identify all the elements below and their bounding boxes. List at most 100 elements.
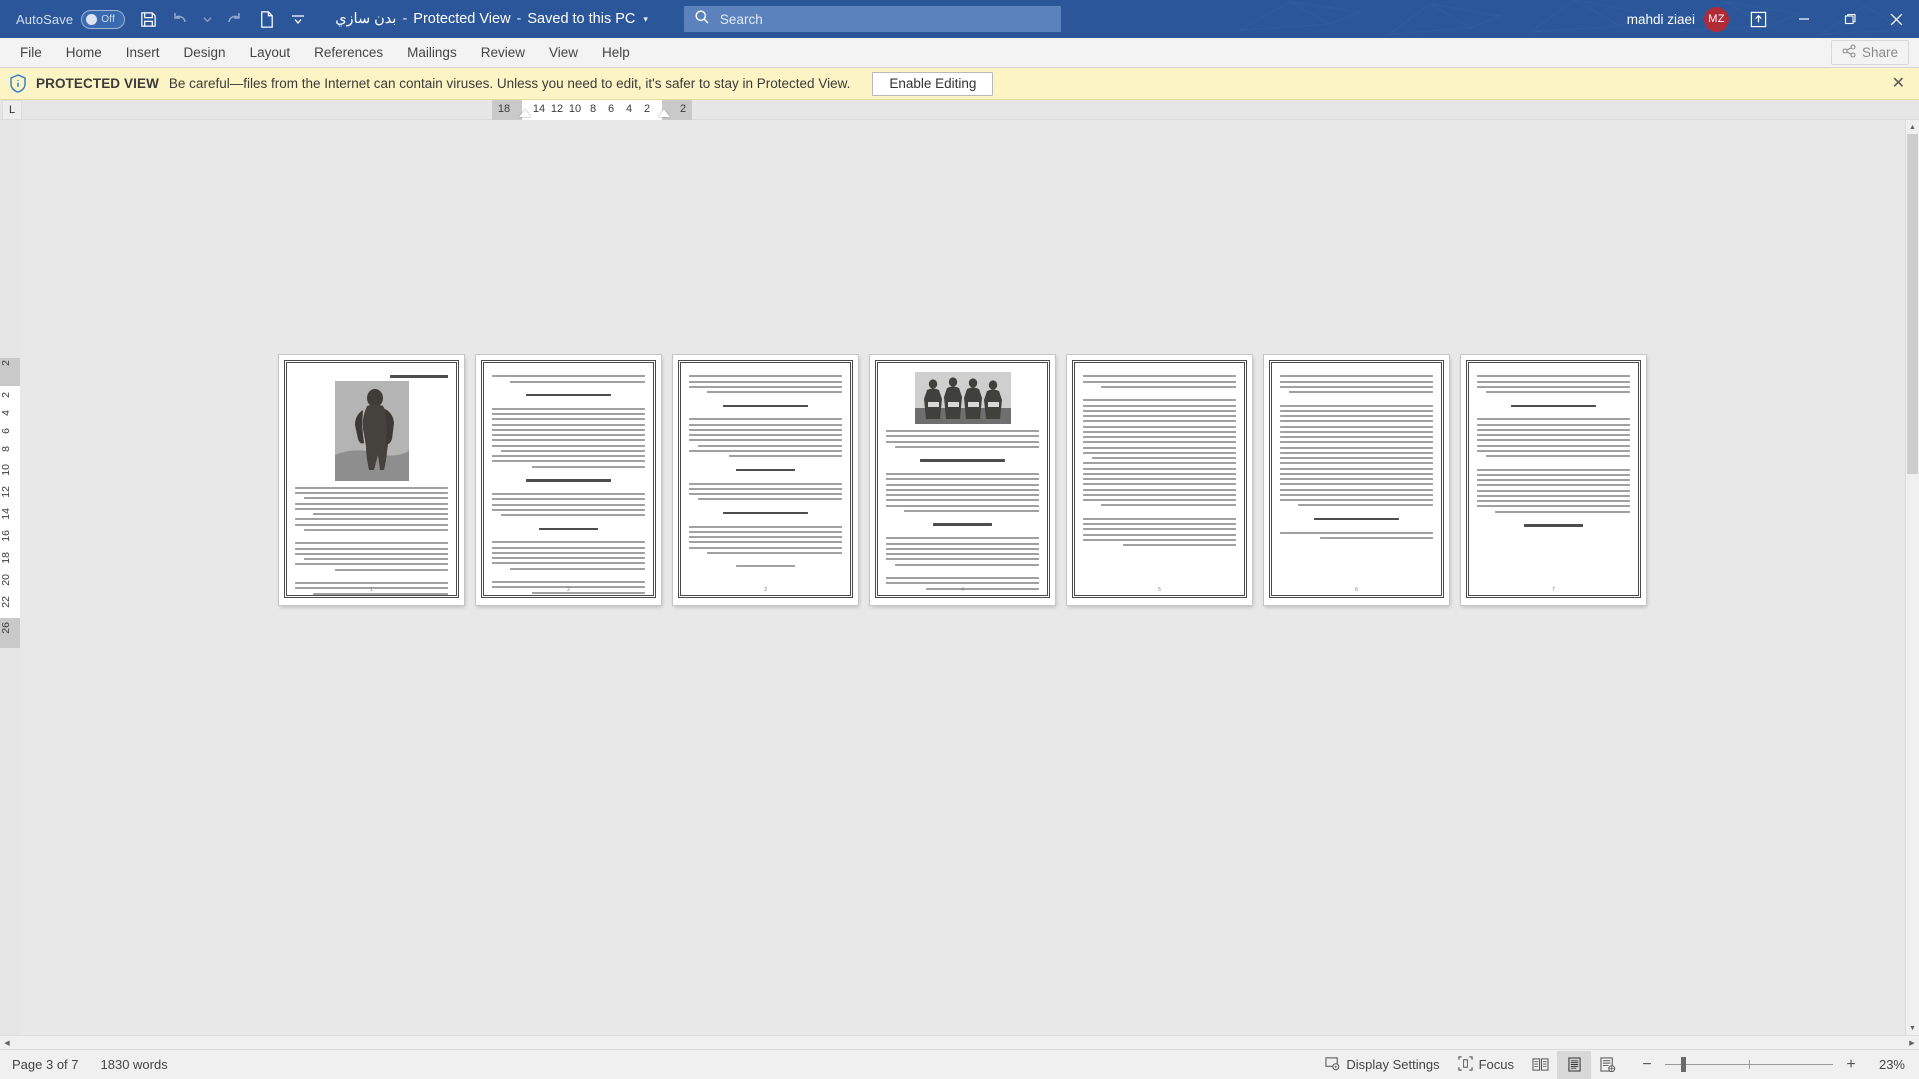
close-button[interactable] [1873, 0, 1919, 38]
scroll-down-icon[interactable]: ▼ [1906, 1021, 1919, 1035]
display-settings-icon [1325, 1056, 1340, 1074]
vertical-scrollbar-thumb[interactable] [1907, 134, 1918, 474]
title-bar-right-controls: mahdi ziaei MZ [1627, 0, 1919, 38]
enable-editing-button[interactable]: Enable Editing [872, 71, 994, 96]
zoom-in-button[interactable]: + [1839, 1056, 1863, 1074]
vruler-number-8: 8 [0, 446, 12, 452]
tab-view[interactable]: View [537, 38, 590, 67]
title-bar: AutoSave Off بدن سازي - Protected View -… [0, 0, 1919, 38]
print-layout-icon[interactable] [1557, 1050, 1591, 1079]
redo-icon[interactable] [219, 4, 249, 34]
page-2-content: 2 [480, 359, 657, 599]
focus-mode-icon [1457, 1055, 1473, 1074]
page-1-content: 1 [283, 359, 460, 599]
zoom-level-label[interactable]: 23% [1863, 1057, 1909, 1072]
bodybuilder-photo [334, 380, 409, 481]
page-2-footer-number: 2 [567, 587, 570, 593]
display-settings-button[interactable]: Display Settings [1316, 1051, 1448, 1079]
undo-icon[interactable] [165, 4, 195, 34]
ribbon-tabs: File Home Insert Design Layout Reference… [0, 38, 642, 67]
tab-help[interactable]: Help [590, 38, 642, 67]
vertical-scrollbar[interactable]: ▲ ▼ [1905, 120, 1919, 1035]
vruler-number-6: 6 [0, 428, 12, 434]
share-button[interactable]: Share [1830, 40, 1909, 65]
word-count[interactable]: 1830 words [101, 1057, 168, 1072]
minimize-button[interactable] [1781, 0, 1827, 38]
search-box[interactable] [683, 6, 1061, 32]
page-thumbnail-3[interactable]: 3 [673, 355, 858, 605]
title-separator-1: - [402, 11, 408, 27]
ruler-number-10: 10 [568, 103, 582, 115]
status-bar-left: Page 3 of 7 1830 words [0, 1057, 168, 1072]
horizontal-scrollbar[interactable]: ◀ ▶ [0, 1035, 1919, 1049]
page-4-content: 4 [874, 359, 1051, 599]
search-input[interactable] [719, 11, 1061, 27]
vertical-ruler[interactable]: 2 2 4 6 8 10 12 14 16 18 20 22 26 [0, 120, 20, 1035]
tab-stop-selector[interactable]: L [2, 100, 22, 120]
ruler-number-6: 6 [607, 103, 615, 115]
avatar[interactable]: MZ [1704, 6, 1729, 32]
share-button-label: Share [1861, 45, 1898, 60]
page-7-content: 7 [1465, 359, 1642, 599]
page-thumbnail-2[interactable]: 2 [476, 355, 661, 605]
vruler-number-12: 12 [0, 486, 12, 498]
new-document-icon[interactable] [251, 4, 281, 34]
tab-mailings[interactable]: Mailings [395, 38, 469, 67]
customize-quick-access-toolbar-icon[interactable] [283, 4, 313, 34]
autosave-toggle[interactable]: Off [81, 9, 126, 29]
save-icon[interactable] [133, 4, 163, 34]
scroll-left-icon[interactable]: ◀ [0, 1039, 14, 1047]
page-thumbnail-5[interactable]: 5 [1067, 355, 1252, 605]
tab-references[interactable]: References [302, 38, 395, 67]
page-thumbnail-7[interactable]: 7 [1461, 355, 1646, 605]
account-control[interactable]: mahdi ziaei MZ [1627, 6, 1735, 32]
autosave-control[interactable]: AutoSave Off [8, 6, 131, 32]
scroll-right-icon[interactable]: ▶ [1905, 1039, 1919, 1047]
document-name-label: بدن سازي [335, 11, 397, 27]
page-5-body-text [1083, 375, 1236, 546]
vruler-number-14: 14 [0, 508, 12, 520]
save-location-label[interactable]: Saved to this PC [527, 11, 635, 27]
protected-view-banner: PROTECTED VIEW Be careful—files from the… [0, 68, 1919, 100]
scroll-up-icon[interactable]: ▲ [1906, 120, 1919, 134]
page-thumbnail-4[interactable]: 4 [870, 355, 1055, 605]
ruler-number-2b: 2 [679, 103, 687, 115]
chevron-down-icon[interactable]: ▾ [643, 14, 648, 25]
zoom-out-button[interactable]: − [1635, 1056, 1659, 1074]
autosave-label: AutoSave [16, 11, 74, 27]
read-mode-icon[interactable] [1523, 1051, 1557, 1079]
protected-view-title: PROTECTED VIEW [36, 76, 159, 91]
page-6-content: 6 [1268, 359, 1445, 599]
page-3-footer-number: 3 [764, 587, 767, 593]
page-thumbnail-1[interactable]: 1 [279, 355, 464, 605]
page-indicator[interactable]: Page 3 of 7 [12, 1057, 79, 1072]
close-icon[interactable]: ✕ [1888, 74, 1909, 94]
tab-home[interactable]: Home [54, 38, 114, 67]
horizontal-ruler[interactable]: L 18 14 12 10 8 6 4 2 2 [0, 100, 1919, 120]
zoom-slider[interactable] [1659, 1051, 1839, 1079]
left-indent-marker[interactable] [519, 109, 531, 117]
right-indent-marker[interactable] [658, 109, 670, 117]
display-settings-label: Display Settings [1346, 1057, 1440, 1072]
ruler-number-8: 8 [589, 103, 597, 115]
zoom-slider-handle[interactable] [1681, 1057, 1686, 1072]
tab-file[interactable]: File [8, 38, 54, 67]
ribbon-display-options-icon[interactable] [1735, 0, 1781, 38]
web-layout-icon[interactable] [1591, 1051, 1625, 1079]
page-thumbnail-6[interactable]: 6 [1264, 355, 1449, 605]
page-1-body-text [295, 486, 448, 595]
tab-design[interactable]: Design [172, 38, 238, 67]
protected-view-status-label: Protected View [413, 11, 511, 27]
undo-dropdown-icon[interactable] [197, 4, 217, 34]
horizontal-scrollbar-thumb[interactable] [14, 1036, 1905, 1049]
tab-review[interactable]: Review [469, 38, 537, 67]
page-6-footer-number: 6 [1355, 587, 1358, 593]
tab-insert[interactable]: Insert [114, 38, 172, 67]
focus-label: Focus [1478, 1057, 1514, 1072]
vruler-number-26: 26 [0, 622, 12, 634]
page-4-body-text [886, 430, 1039, 590]
focus-button[interactable]: Focus [1449, 1051, 1523, 1079]
tab-layout[interactable]: Layout [238, 38, 303, 67]
document-canvas[interactable]: 1 2 3 4 5 6 7 ▲ ▼ [20, 120, 1919, 1035]
restore-button[interactable] [1827, 0, 1873, 38]
